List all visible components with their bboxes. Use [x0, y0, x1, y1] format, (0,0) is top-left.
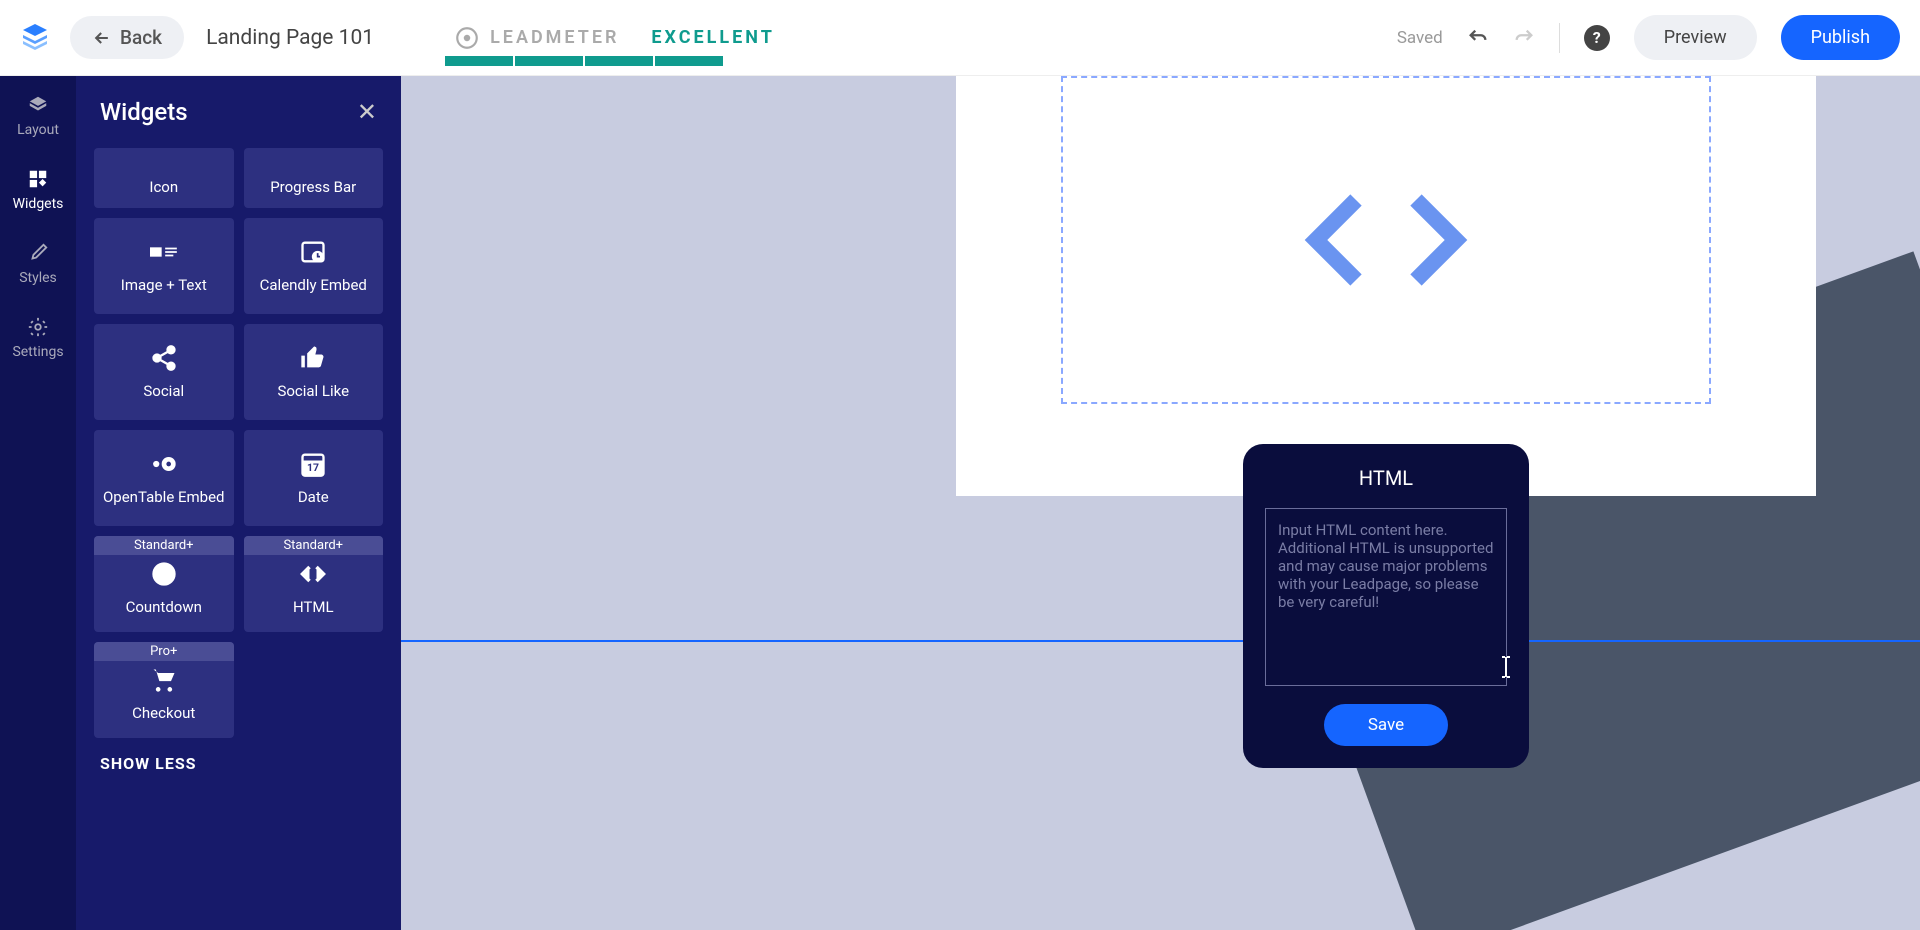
rail-settings[interactable]: Settings — [12, 316, 63, 360]
widget-social[interactable]: Social — [94, 324, 234, 420]
arrow-left-icon — [92, 28, 112, 48]
thumbs-up-icon — [299, 344, 327, 372]
clock-icon — [150, 560, 178, 588]
layers-icon — [27, 94, 49, 116]
pro-badge: Pro+ — [94, 642, 234, 661]
image-text-icon — [150, 238, 178, 266]
standard-badge: Standard+ — [244, 536, 384, 555]
popup-title: HTML — [1359, 466, 1413, 490]
calendar-icon: 17 — [299, 450, 327, 478]
back-label: Back — [120, 26, 162, 49]
close-icon[interactable]: ✕ — [357, 98, 377, 126]
redo-icon[interactable] — [1513, 27, 1535, 49]
widget-countdown[interactable]: Standard+ Countdown — [94, 536, 234, 632]
rail-widgets[interactable]: Widgets — [13, 168, 64, 212]
code-icon — [1296, 180, 1476, 300]
canvas[interactable]: HTML Save — [401, 76, 1920, 930]
saved-status: Saved — [1397, 28, 1443, 48]
help-icon[interactable]: ? — [1584, 25, 1610, 51]
rail-layout[interactable]: Layout — [17, 94, 59, 138]
widgets-icon — [27, 168, 49, 190]
show-less-button[interactable]: SHOW LESS — [76, 738, 401, 789]
preview-button[interactable]: Preview — [1634, 15, 1757, 60]
widget-checkout[interactable]: Pro+ Checkout — [94, 642, 234, 738]
save-button[interactable]: Save — [1324, 704, 1448, 746]
svg-text:17: 17 — [307, 461, 319, 474]
widget-social-like[interactable]: Social Like — [244, 324, 384, 420]
rail-styles[interactable]: Styles — [19, 242, 57, 286]
widget-date[interactable]: 17 Date — [244, 430, 384, 526]
leadmeter-bar — [445, 56, 723, 66]
app-logo[interactable] — [20, 21, 50, 55]
calendly-icon — [299, 238, 327, 266]
brush-icon — [27, 242, 49, 264]
html-input[interactable] — [1265, 508, 1507, 686]
leadmeter-rating: EXCELLENT — [651, 27, 774, 48]
standard-badge: Standard+ — [94, 536, 234, 555]
cart-icon — [150, 666, 178, 694]
widget-calendly[interactable]: Calendly Embed — [244, 218, 384, 314]
widget-icon[interactable]: Icon — [94, 148, 234, 208]
widget-image-text[interactable]: Image + Text — [94, 218, 234, 314]
widget-progress-bar[interactable]: Progress Bar — [244, 148, 384, 208]
undo-icon[interactable] — [1467, 27, 1489, 49]
leadmeter-icon — [454, 25, 480, 51]
selection-outline — [401, 640, 1920, 644]
back-button[interactable]: Back — [70, 16, 184, 59]
html-widget-dropzone[interactable] — [1061, 76, 1711, 404]
publish-button[interactable]: Publish — [1781, 15, 1900, 60]
html-popup: HTML Save — [1243, 444, 1529, 768]
opentable-icon — [150, 450, 178, 478]
page-title: Landing Page 101 — [206, 26, 374, 50]
gear-icon — [27, 316, 49, 338]
leadmeter-label: LEADMETER — [490, 27, 619, 48]
code-icon — [299, 560, 327, 588]
widget-opentable[interactable]: OpenTable Embed — [94, 430, 234, 526]
share-icon — [150, 344, 178, 372]
panel-title: Widgets — [100, 98, 188, 126]
widget-html[interactable]: Standard+ HTML — [244, 536, 384, 632]
